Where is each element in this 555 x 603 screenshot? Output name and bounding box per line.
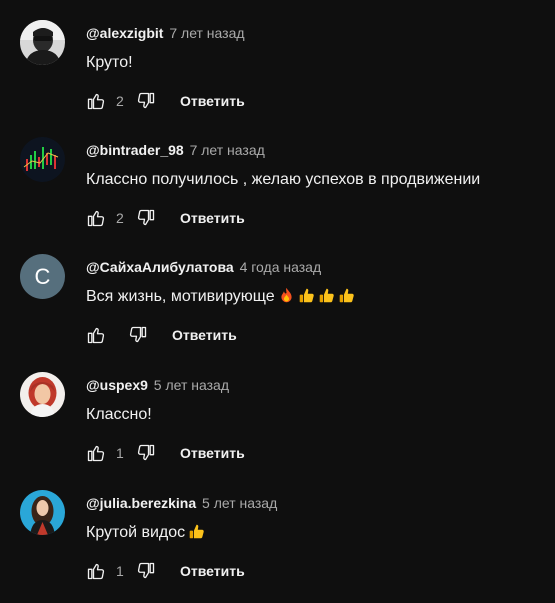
thumbs-up-emoji-icon — [319, 288, 334, 303]
comment-actions: Ответить — [86, 324, 237, 346]
thumbs-up-icon — [87, 210, 105, 227]
comment-text: Классно получилось , желаю успехов в про… — [86, 171, 481, 188]
comment-text-container: Вся жизнь, мотивирующе — [86, 286, 355, 308]
avatar[interactable] — [20, 372, 65, 417]
like-button[interactable] — [86, 561, 106, 581]
thumbs-down-icon — [137, 444, 155, 461]
avatar-letter: С — [20, 254, 65, 299]
dislike-button[interactable] — [136, 208, 156, 228]
dislike-button[interactable] — [136, 561, 156, 581]
comment-text: Вся жизнь, мотивирующе — [86, 288, 275, 305]
like-count: 1 — [116, 445, 124, 461]
trading-chart-icon — [20, 137, 65, 182]
like-button[interactable] — [86, 91, 106, 111]
reply-button[interactable]: Ответить — [180, 210, 245, 226]
comment-author[interactable]: @bintrader_98 — [86, 142, 184, 158]
comment-time[interactable]: 5 лет назад — [154, 377, 229, 393]
dislike-button[interactable] — [136, 91, 156, 111]
like-count: 1 — [116, 563, 124, 579]
comment-author[interactable]: @uspex9 — [86, 377, 148, 393]
comment-time[interactable]: 7 лет назад — [169, 25, 244, 41]
comment-time[interactable]: 5 лет назад — [202, 495, 277, 511]
dislike-button[interactable] — [136, 443, 156, 463]
comment-item: @alexzigbit 7 лет назад Круто! 2 Ответит… — [0, 0, 555, 117]
comment-time[interactable]: 7 лет назад — [190, 142, 265, 158]
thumbs-up-icon — [87, 93, 105, 110]
comment-text: Классно! — [86, 406, 152, 423]
avatar[interactable] — [20, 137, 65, 182]
user-photo-icon — [20, 490, 65, 535]
comment-author[interactable]: @alexzigbit — [86, 25, 163, 41]
like-button[interactable] — [86, 443, 106, 463]
thumbs-down-icon — [137, 92, 155, 109]
comment-actions: 1 Ответить — [86, 560, 245, 582]
thumbs-up-icon — [87, 327, 105, 344]
reply-button[interactable]: Ответить — [180, 445, 245, 461]
comment-actions: 2 Ответить — [86, 207, 245, 229]
thumbs-up-emoji-icon — [299, 288, 314, 303]
thumbs-down-icon — [137, 562, 155, 579]
thumbs-up-emoji-icon — [189, 524, 204, 539]
like-count: 2 — [116, 210, 124, 226]
thumbs-up-icon — [87, 445, 105, 462]
comment-actions: 1 Ответить — [86, 442, 245, 464]
comment-header: @alexzigbit 7 лет назад — [86, 24, 245, 42]
user-photo-icon — [20, 20, 65, 65]
comment-author[interactable]: @СайхаАлибулатова — [86, 259, 234, 275]
dislike-button[interactable] — [128, 325, 148, 345]
thumbs-up-emoji-icon — [339, 288, 354, 303]
comment-author[interactable]: @julia.berezkina — [86, 495, 196, 511]
comment-actions: 2 Ответить — [86, 90, 245, 112]
comment-item: @bintrader_98 7 лет назад Классно получи… — [0, 117, 555, 234]
thumbs-down-icon — [137, 209, 155, 226]
comment-text: Крутой видос — [86, 524, 186, 541]
avatar[interactable]: С — [20, 254, 65, 299]
comment-item: @julia.berezkina 5 лет назад Крутой видо… — [0, 470, 555, 587]
reply-button[interactable]: Ответить — [180, 563, 245, 579]
comment-text: Круто! — [86, 54, 133, 71]
comment-header: @uspex9 5 лет назад — [86, 376, 229, 394]
comment-time[interactable]: 4 года назад — [240, 259, 322, 275]
reply-button[interactable]: Ответить — [172, 327, 237, 343]
like-count: 2 — [116, 93, 124, 109]
thumbs-up-icon — [87, 563, 105, 580]
comment-item: @uspex9 5 лет назад Классно! 1 Ответить — [0, 352, 555, 469]
comment-header: @СайхаАлибулатова 4 года назад — [86, 258, 321, 276]
like-button[interactable] — [86, 208, 106, 228]
comment-item: С @СайхаАлибулатова 4 года назад Вся жиз… — [0, 234, 555, 351]
avatar[interactable] — [20, 20, 65, 65]
avatar[interactable] — [20, 490, 65, 535]
fire-emoji-icon — [281, 287, 292, 303]
thumbs-down-icon — [129, 326, 147, 343]
comment-header: @bintrader_98 7 лет назад — [86, 141, 265, 159]
comment-header: @julia.berezkina 5 лет назад — [86, 494, 277, 512]
comment-text-container: Крутой видос — [86, 522, 205, 544]
reply-button[interactable]: Ответить — [180, 93, 245, 109]
user-photo-icon — [20, 372, 65, 417]
like-button[interactable] — [86, 325, 106, 345]
